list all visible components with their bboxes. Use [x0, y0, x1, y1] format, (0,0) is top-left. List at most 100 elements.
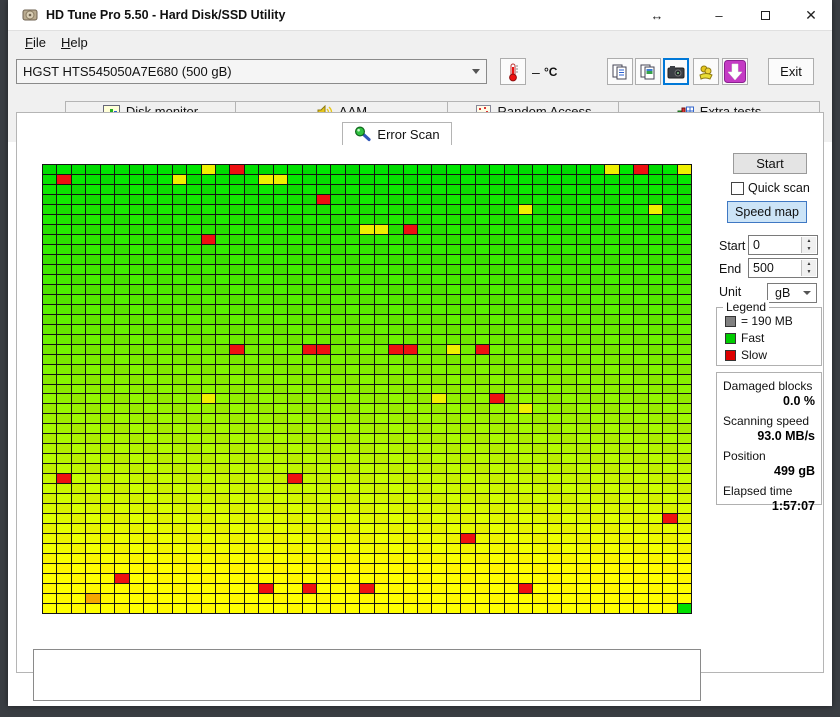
- quick-scan-option[interactable]: Quick scan: [731, 181, 810, 195]
- end-position-input[interactable]: 500 ▲ ▼: [748, 258, 818, 278]
- scan-block: [562, 314, 576, 324]
- scan-block: [446, 544, 461, 554]
- scan-block: [244, 224, 259, 234]
- scan-block: [187, 174, 201, 184]
- scan-block: [634, 474, 648, 484]
- scan-block: [533, 214, 547, 224]
- scan-block: [288, 424, 302, 434]
- legend-swatch: [725, 332, 736, 344]
- scan-block: [490, 294, 504, 304]
- scan-block: [158, 304, 172, 314]
- minimize-icon[interactable]: –: [702, 0, 736, 30]
- scan-block: [201, 554, 216, 564]
- spin-up-icon[interactable]: ▲: [802, 237, 816, 245]
- start-scan-button[interactable]: Start: [733, 153, 807, 174]
- menu-file[interactable]: File: [16, 31, 55, 53]
- scan-block: [562, 524, 576, 534]
- copy-image-button[interactable]: [635, 58, 661, 85]
- scan-block: [43, 264, 57, 274]
- scan-block: [71, 354, 86, 364]
- start-position-input[interactable]: 0 ▲ ▼: [748, 235, 818, 255]
- scan-block: [86, 514, 100, 524]
- speed-map-button[interactable]: Speed map: [727, 201, 807, 223]
- scan-block: [504, 434, 518, 444]
- temperature-button[interactable]: [500, 58, 526, 85]
- stat-value: 1:57:07: [771, 499, 815, 513]
- scan-block: [576, 165, 591, 174]
- scan-block: [389, 244, 403, 254]
- scan-block: [331, 314, 345, 324]
- end-spinner[interactable]: ▲ ▼: [801, 260, 816, 276]
- scan-block: [576, 374, 591, 384]
- scan-block: [417, 364, 432, 374]
- scan-block: [57, 374, 71, 384]
- scan-block: [663, 444, 677, 454]
- scan-block: [403, 214, 417, 224]
- scan-block: [302, 504, 317, 514]
- scan-block: [403, 244, 417, 254]
- scan-block: [389, 434, 403, 444]
- scan-block: [71, 484, 86, 494]
- scan-block: [172, 514, 187, 524]
- exit-button[interactable]: Exit: [768, 58, 814, 85]
- scan-block: [663, 404, 677, 414]
- scan-block: [417, 224, 432, 234]
- scan-block: [648, 594, 663, 604]
- scan-block: [230, 334, 244, 344]
- scan-block: [547, 524, 562, 534]
- scan-block: [533, 394, 547, 404]
- hand-coins-button[interactable]: [693, 58, 719, 85]
- scan-block: [605, 424, 619, 434]
- update-arrow-button[interactable]: [722, 58, 748, 85]
- scan-block: [57, 284, 71, 294]
- scan-block: [403, 404, 417, 414]
- drive-select[interactable]: HGST HTS545050A7E680 (500 gB): [16, 59, 487, 84]
- spin-down-icon[interactable]: ▼: [802, 245, 816, 253]
- scan-block: [634, 534, 648, 544]
- scan-block: [57, 564, 71, 574]
- copy-text-button[interactable]: [607, 58, 633, 85]
- scan-block: [374, 524, 389, 534]
- scan-block: [273, 404, 288, 414]
- unit-select[interactable]: gB: [767, 283, 817, 303]
- scan-block: [187, 254, 201, 264]
- start-spinner[interactable]: ▲ ▼: [801, 237, 816, 253]
- scan-block: [417, 454, 432, 464]
- scan-block: [216, 454, 230, 464]
- scan-block: [417, 584, 432, 594]
- camera-button[interactable]: [663, 58, 689, 85]
- scan-block: [619, 354, 634, 364]
- scan-block: [216, 494, 230, 504]
- scan-block: [475, 165, 490, 174]
- scan-block: [259, 264, 273, 274]
- scan-block: [158, 224, 172, 234]
- scan-block: [259, 504, 273, 514]
- scan-block: [158, 544, 172, 554]
- scan-block: [677, 394, 691, 404]
- scan-block: [490, 564, 504, 574]
- scan-block: [374, 165, 389, 174]
- scan-block: [360, 474, 374, 484]
- quick-scan-checkbox[interactable]: [731, 181, 744, 195]
- maximize-icon[interactable]: [748, 0, 782, 30]
- scan-block: [288, 304, 302, 314]
- spin-up-icon[interactable]: ▲: [802, 260, 816, 268]
- scan-block: [288, 484, 302, 494]
- spin-down-icon[interactable]: ▼: [802, 268, 816, 276]
- tab-error-scan[interactable]: Error Scan: [342, 122, 452, 145]
- menu-help[interactable]: Help: [52, 31, 97, 53]
- close-icon[interactable]: ✕: [794, 0, 828, 30]
- scan-block: [71, 544, 86, 554]
- resize-window-icon[interactable]: ↔: [640, 0, 674, 30]
- scan-block: [317, 234, 331, 244]
- scan-block: [562, 294, 576, 304]
- scan-block: [547, 464, 562, 474]
- scan-block: [259, 454, 273, 464]
- scan-block: [273, 414, 288, 424]
- scan-block: [504, 334, 518, 344]
- scan-block: [273, 424, 288, 434]
- scan-block: [634, 584, 648, 594]
- scan-block: [648, 424, 663, 434]
- scan-block: [201, 304, 216, 314]
- start-position-value: 0: [753, 238, 760, 252]
